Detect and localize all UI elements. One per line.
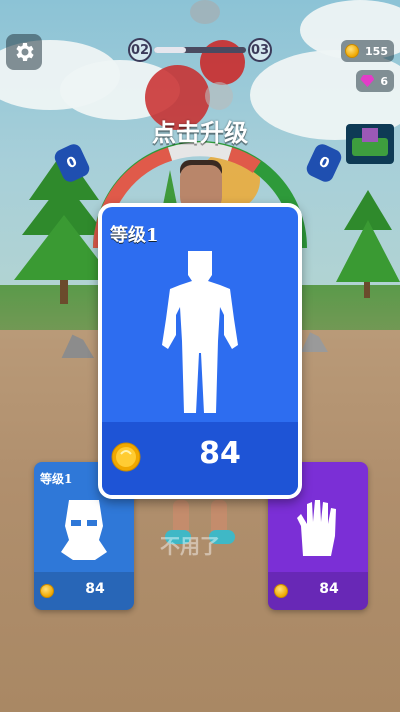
- card-level-label: 等级1: [40, 472, 73, 486]
- next-level: 03: [248, 38, 272, 62]
- coin-amount: 155: [365, 44, 388, 58]
- card-level-label: 等级1: [110, 225, 159, 246]
- level-progress: 02 03: [128, 38, 272, 62]
- card-price-bar: 84: [102, 422, 298, 495]
- body-silhouette-icon: [162, 251, 238, 413]
- card-price: 84: [199, 436, 241, 471]
- tap-to-upgrade-title: 点击升级: [152, 119, 248, 147]
- gem-icon: [360, 75, 375, 87]
- coin-icon: [274, 584, 288, 598]
- gem-counter: 6: [356, 70, 394, 92]
- card-price: 84: [85, 581, 105, 597]
- glove-icon: [297, 500, 336, 556]
- skip-button[interactable]: 不用了: [160, 530, 220, 559]
- coin-counter: 155: [341, 40, 394, 62]
- progress-track: [154, 47, 246, 53]
- blob: [205, 82, 233, 110]
- coin-icon: [40, 584, 54, 598]
- card-price-bar: 84: [34, 572, 134, 610]
- progress-fill: [154, 47, 187, 53]
- mask-icon: [61, 500, 107, 560]
- card-face: 等级1 84: [102, 207, 298, 495]
- upgrade-card-body[interactable]: 等级1 84: [98, 203, 302, 499]
- gear-icon: [16, 43, 34, 61]
- tree: [336, 190, 400, 300]
- coin-icon: [345, 44, 360, 58]
- gem-amount: 6: [380, 74, 388, 88]
- blob: [190, 0, 220, 24]
- settings-button[interactable]: [6, 34, 42, 70]
- coin-icon: [111, 442, 141, 472]
- card-price: 84: [319, 581, 339, 597]
- current-level: 02: [128, 38, 152, 62]
- card-price-bar: 84: [268, 572, 368, 610]
